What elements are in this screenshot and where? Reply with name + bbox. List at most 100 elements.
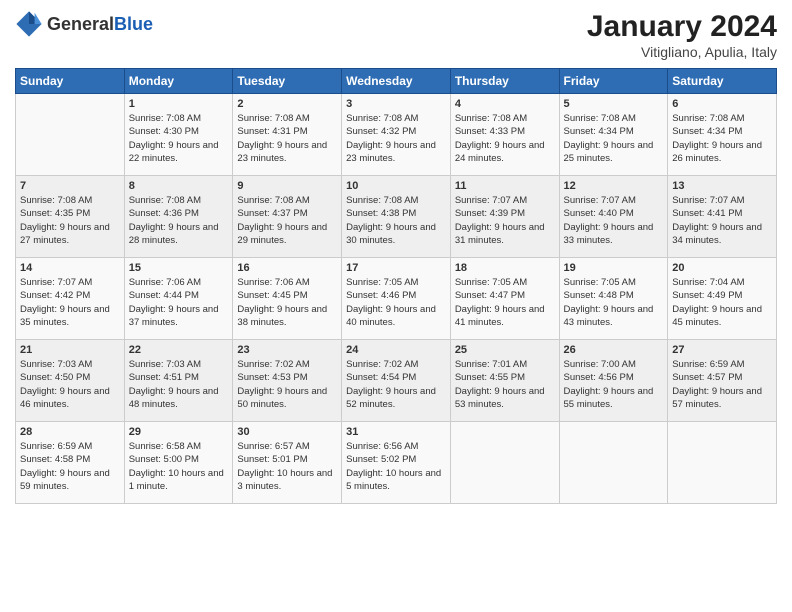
day-number: 7 [20, 180, 120, 192]
day-info: Sunrise: 7:06 AM Sunset: 4:44 PM Dayligh… [129, 276, 229, 329]
daylight-text: Daylight: 9 hours and 30 minutes. [346, 221, 446, 248]
sunrise-text: Sunrise: 7:07 AM [20, 276, 120, 289]
calendar-cell: 9 Sunrise: 7:08 AM Sunset: 4:37 PM Dayli… [233, 176, 342, 258]
daylight-text: Daylight: 9 hours and 53 minutes. [455, 385, 555, 412]
sunset-text: Sunset: 4:31 PM [237, 125, 337, 138]
sunrise-text: Sunrise: 7:04 AM [672, 276, 772, 289]
day-number: 2 [237, 98, 337, 110]
calendar-cell: 19 Sunrise: 7:05 AM Sunset: 4:48 PM Dayl… [559, 258, 668, 340]
day-number: 27 [672, 344, 772, 356]
sunrise-text: Sunrise: 7:07 AM [672, 194, 772, 207]
day-info: Sunrise: 7:02 AM Sunset: 4:54 PM Dayligh… [346, 358, 446, 411]
page-container: GeneralBlue January 2024 Vitigliano, Apu… [0, 0, 792, 514]
calendar-cell: 1 Sunrise: 7:08 AM Sunset: 4:30 PM Dayli… [124, 94, 233, 176]
sunset-text: Sunset: 4:35 PM [20, 207, 120, 220]
day-info: Sunrise: 6:57 AM Sunset: 5:01 PM Dayligh… [237, 440, 337, 493]
sunset-text: Sunset: 4:48 PM [564, 289, 664, 302]
day-info: Sunrise: 7:08 AM Sunset: 4:37 PM Dayligh… [237, 194, 337, 247]
calendar-cell [16, 94, 125, 176]
sunrise-text: Sunrise: 7:08 AM [237, 112, 337, 125]
daylight-text: Daylight: 9 hours and 37 minutes. [129, 303, 229, 330]
day-info: Sunrise: 7:08 AM Sunset: 4:35 PM Dayligh… [20, 194, 120, 247]
day-info: Sunrise: 7:05 AM Sunset: 4:47 PM Dayligh… [455, 276, 555, 329]
sunset-text: Sunset: 4:44 PM [129, 289, 229, 302]
sunset-text: Sunset: 4:42 PM [20, 289, 120, 302]
day-number: 17 [346, 262, 446, 274]
daylight-text: Daylight: 9 hours and 23 minutes. [346, 139, 446, 166]
day-number: 18 [455, 262, 555, 274]
sunset-text: Sunset: 4:36 PM [129, 207, 229, 220]
daylight-text: Daylight: 9 hours and 40 minutes. [346, 303, 446, 330]
sunrise-text: Sunrise: 7:02 AM [237, 358, 337, 371]
day-info: Sunrise: 7:03 AM Sunset: 4:50 PM Dayligh… [20, 358, 120, 411]
day-number: 15 [129, 262, 229, 274]
sunset-text: Sunset: 4:53 PM [237, 371, 337, 384]
calendar-cell [559, 422, 668, 504]
daylight-text: Daylight: 9 hours and 29 minutes. [237, 221, 337, 248]
sunrise-text: Sunrise: 6:57 AM [237, 440, 337, 453]
logo: GeneralBlue [15, 10, 153, 38]
calendar-week-row: 1 Sunrise: 7:08 AM Sunset: 4:30 PM Dayli… [16, 94, 777, 176]
calendar-cell: 14 Sunrise: 7:07 AM Sunset: 4:42 PM Dayl… [16, 258, 125, 340]
sunrise-text: Sunrise: 7:05 AM [346, 276, 446, 289]
day-info: Sunrise: 6:56 AM Sunset: 5:02 PM Dayligh… [346, 440, 446, 493]
day-info: Sunrise: 7:08 AM Sunset: 4:38 PM Dayligh… [346, 194, 446, 247]
day-number: 29 [129, 426, 229, 438]
sunrise-text: Sunrise: 7:05 AM [564, 276, 664, 289]
sunrise-text: Sunrise: 7:03 AM [20, 358, 120, 371]
day-number: 25 [455, 344, 555, 356]
sunset-text: Sunset: 4:41 PM [672, 207, 772, 220]
sunset-text: Sunset: 4:54 PM [346, 371, 446, 384]
sunrise-text: Sunrise: 7:08 AM [564, 112, 664, 125]
calendar-cell: 10 Sunrise: 7:08 AM Sunset: 4:38 PM Dayl… [342, 176, 451, 258]
daylight-text: Daylight: 9 hours and 46 minutes. [20, 385, 120, 412]
sunrise-text: Sunrise: 7:06 AM [237, 276, 337, 289]
day-info: Sunrise: 7:08 AM Sunset: 4:32 PM Dayligh… [346, 112, 446, 165]
sunset-text: Sunset: 4:57 PM [672, 371, 772, 384]
day-info: Sunrise: 7:01 AM Sunset: 4:55 PM Dayligh… [455, 358, 555, 411]
day-info: Sunrise: 7:08 AM Sunset: 4:34 PM Dayligh… [564, 112, 664, 165]
day-info: Sunrise: 7:07 AM Sunset: 4:40 PM Dayligh… [564, 194, 664, 247]
sunrise-text: Sunrise: 7:08 AM [455, 112, 555, 125]
day-info: Sunrise: 7:05 AM Sunset: 4:46 PM Dayligh… [346, 276, 446, 329]
sunset-text: Sunset: 4:58 PM [20, 453, 120, 466]
day-number: 4 [455, 98, 555, 110]
sunrise-text: Sunrise: 6:59 AM [672, 358, 772, 371]
col-sunday: Sunday [16, 69, 125, 94]
header: GeneralBlue January 2024 Vitigliano, Apu… [15, 10, 777, 60]
sunset-text: Sunset: 4:55 PM [455, 371, 555, 384]
calendar-cell: 6 Sunrise: 7:08 AM Sunset: 4:34 PM Dayli… [668, 94, 777, 176]
day-info: Sunrise: 6:59 AM Sunset: 4:57 PM Dayligh… [672, 358, 772, 411]
logo-blue: Blue [114, 14, 153, 34]
sunrise-text: Sunrise: 7:08 AM [129, 194, 229, 207]
calendar-cell: 26 Sunrise: 7:00 AM Sunset: 4:56 PM Dayl… [559, 340, 668, 422]
day-number: 1 [129, 98, 229, 110]
col-thursday: Thursday [450, 69, 559, 94]
daylight-text: Daylight: 9 hours and 33 minutes. [564, 221, 664, 248]
calendar-cell: 20 Sunrise: 7:04 AM Sunset: 4:49 PM Dayl… [668, 258, 777, 340]
sunrise-text: Sunrise: 6:59 AM [20, 440, 120, 453]
col-wednesday: Wednesday [342, 69, 451, 94]
sunrise-text: Sunrise: 6:56 AM [346, 440, 446, 453]
daylight-text: Daylight: 9 hours and 48 minutes. [129, 385, 229, 412]
sunset-text: Sunset: 4:33 PM [455, 125, 555, 138]
day-info: Sunrise: 7:04 AM Sunset: 4:49 PM Dayligh… [672, 276, 772, 329]
day-number: 3 [346, 98, 446, 110]
daylight-text: Daylight: 9 hours and 45 minutes. [672, 303, 772, 330]
daylight-text: Daylight: 9 hours and 31 minutes. [455, 221, 555, 248]
day-info: Sunrise: 6:59 AM Sunset: 4:58 PM Dayligh… [20, 440, 120, 493]
daylight-text: Daylight: 9 hours and 24 minutes. [455, 139, 555, 166]
calendar-cell: 7 Sunrise: 7:08 AM Sunset: 4:35 PM Dayli… [16, 176, 125, 258]
sunset-text: Sunset: 4:37 PM [237, 207, 337, 220]
day-number: 21 [20, 344, 120, 356]
calendar-cell: 29 Sunrise: 6:58 AM Sunset: 5:00 PM Dayl… [124, 422, 233, 504]
calendar-cell: 21 Sunrise: 7:03 AM Sunset: 4:50 PM Dayl… [16, 340, 125, 422]
sunset-text: Sunset: 4:30 PM [129, 125, 229, 138]
calendar-cell: 2 Sunrise: 7:08 AM Sunset: 4:31 PM Dayli… [233, 94, 342, 176]
location-subtitle: Vitigliano, Apulia, Italy [587, 44, 777, 60]
sunset-text: Sunset: 4:32 PM [346, 125, 446, 138]
day-number: 10 [346, 180, 446, 192]
sunrise-text: Sunrise: 7:08 AM [237, 194, 337, 207]
daylight-text: Daylight: 9 hours and 41 minutes. [455, 303, 555, 330]
sunset-text: Sunset: 4:47 PM [455, 289, 555, 302]
